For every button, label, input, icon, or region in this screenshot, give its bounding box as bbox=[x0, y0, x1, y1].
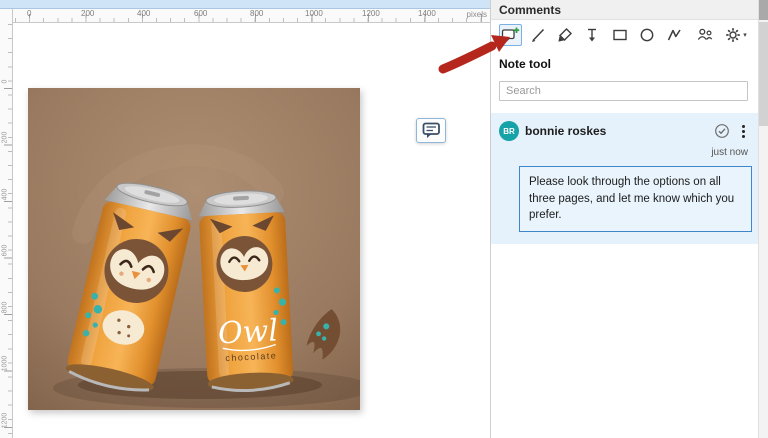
ruler-tick-label: 0 bbox=[27, 9, 32, 18]
ellipse-tool-button[interactable] bbox=[635, 24, 658, 46]
ruler-tick-label: 800 bbox=[250, 9, 264, 18]
arrow-tool-icon bbox=[588, 28, 597, 42]
ruler-unit-label: pixels bbox=[466, 10, 487, 19]
ruler-corner bbox=[0, 9, 13, 23]
ruler-tick-label: 1200 bbox=[362, 9, 380, 18]
note-tool-icon bbox=[501, 27, 520, 44]
document-tab-strip bbox=[0, 0, 490, 9]
comment-timestamp: just now bbox=[711, 147, 748, 158]
ruler-tick-label: 200 bbox=[1, 131, 9, 144]
comment-text-box[interactable]: Please look through the options on all t… bbox=[519, 166, 752, 233]
freehand-tool-icon bbox=[531, 28, 544, 42]
horizontal-ruler: 0 200 400 600 800 1000 1200 1400 pixels bbox=[13, 9, 490, 23]
kebab-menu-icon bbox=[736, 124, 750, 138]
arrow-tool-button[interactable] bbox=[581, 24, 604, 46]
rectangle-tool-icon bbox=[612, 29, 627, 41]
ruler-tick-label: 1400 bbox=[418, 9, 436, 18]
document-area: 0 200 400 600 800 1000 1200 1400 pixels … bbox=[0, 0, 490, 438]
comment-menu-button[interactable] bbox=[736, 124, 750, 138]
drawing-canvas[interactable]: Owl chocolate bbox=[13, 23, 490, 438]
check-circle-icon bbox=[715, 124, 729, 138]
ruler-tick-label: 1000 bbox=[305, 9, 323, 18]
artwork-image[interactable]: Owl chocolate bbox=[28, 88, 360, 410]
polyline-tool-icon bbox=[667, 29, 681, 41]
ruler-tick-label: 200 bbox=[81, 9, 95, 18]
comment-author: bonnie roskes bbox=[525, 124, 607, 138]
ruler-tick-label: 1000 bbox=[1, 355, 9, 372]
highlighter-tool-icon bbox=[558, 28, 573, 42]
ruler-tick-label: 600 bbox=[1, 244, 9, 257]
highlighter-tool-button[interactable] bbox=[554, 24, 577, 46]
application-window: 0 200 400 600 800 1000 1200 1400 pixels … bbox=[0, 0, 768, 438]
ruler-tick-label: 600 bbox=[194, 9, 208, 18]
resolve-comment-button[interactable] bbox=[714, 123, 730, 139]
selected-tool-label: Note tool bbox=[499, 57, 551, 71]
ruler-tick-label: 400 bbox=[1, 188, 9, 201]
panel-scrollbar[interactable] bbox=[758, 0, 768, 438]
settings-gear-icon bbox=[726, 28, 741, 42]
chevron-down-icon: ▾ bbox=[743, 32, 747, 39]
ruler-tick-label: 1200 bbox=[1, 412, 9, 429]
search-input[interactable] bbox=[499, 81, 748, 101]
ruler-tick-label: 0 bbox=[1, 79, 9, 84]
share-icon bbox=[698, 28, 713, 40]
ellipse-tool-icon bbox=[640, 28, 654, 42]
right-can: Owl chocolate bbox=[198, 190, 294, 393]
panel-title: Comments bbox=[491, 0, 758, 20]
scrollbar-top-button[interactable] bbox=[759, 0, 768, 20]
ruler-tick-label: 800 bbox=[1, 301, 9, 314]
share-button[interactable] bbox=[694, 24, 717, 46]
comment-marker-button[interactable] bbox=[416, 118, 446, 143]
note-tool-button[interactable] bbox=[499, 24, 523, 46]
comment-thread: BR bonnie roskes just now Please look th… bbox=[491, 113, 758, 245]
comments-panel: Comments ▾ Note tool Search BR bonnie ro… bbox=[490, 0, 758, 438]
avatar: BR bbox=[499, 121, 519, 141]
freehand-tool-button[interactable] bbox=[526, 24, 549, 46]
rectangle-tool-button[interactable] bbox=[608, 24, 631, 46]
comments-toolbar: ▾ bbox=[491, 20, 758, 50]
note-icon bbox=[422, 122, 440, 138]
scrollbar-thumb[interactable] bbox=[759, 22, 768, 126]
settings-button[interactable]: ▾ bbox=[721, 24, 750, 46]
polyline-tool-button[interactable] bbox=[663, 24, 686, 46]
vertical-ruler: 0 200 400 600 800 1000 1200 bbox=[0, 22, 13, 438]
ruler-tick-label: 400 bbox=[137, 9, 151, 18]
